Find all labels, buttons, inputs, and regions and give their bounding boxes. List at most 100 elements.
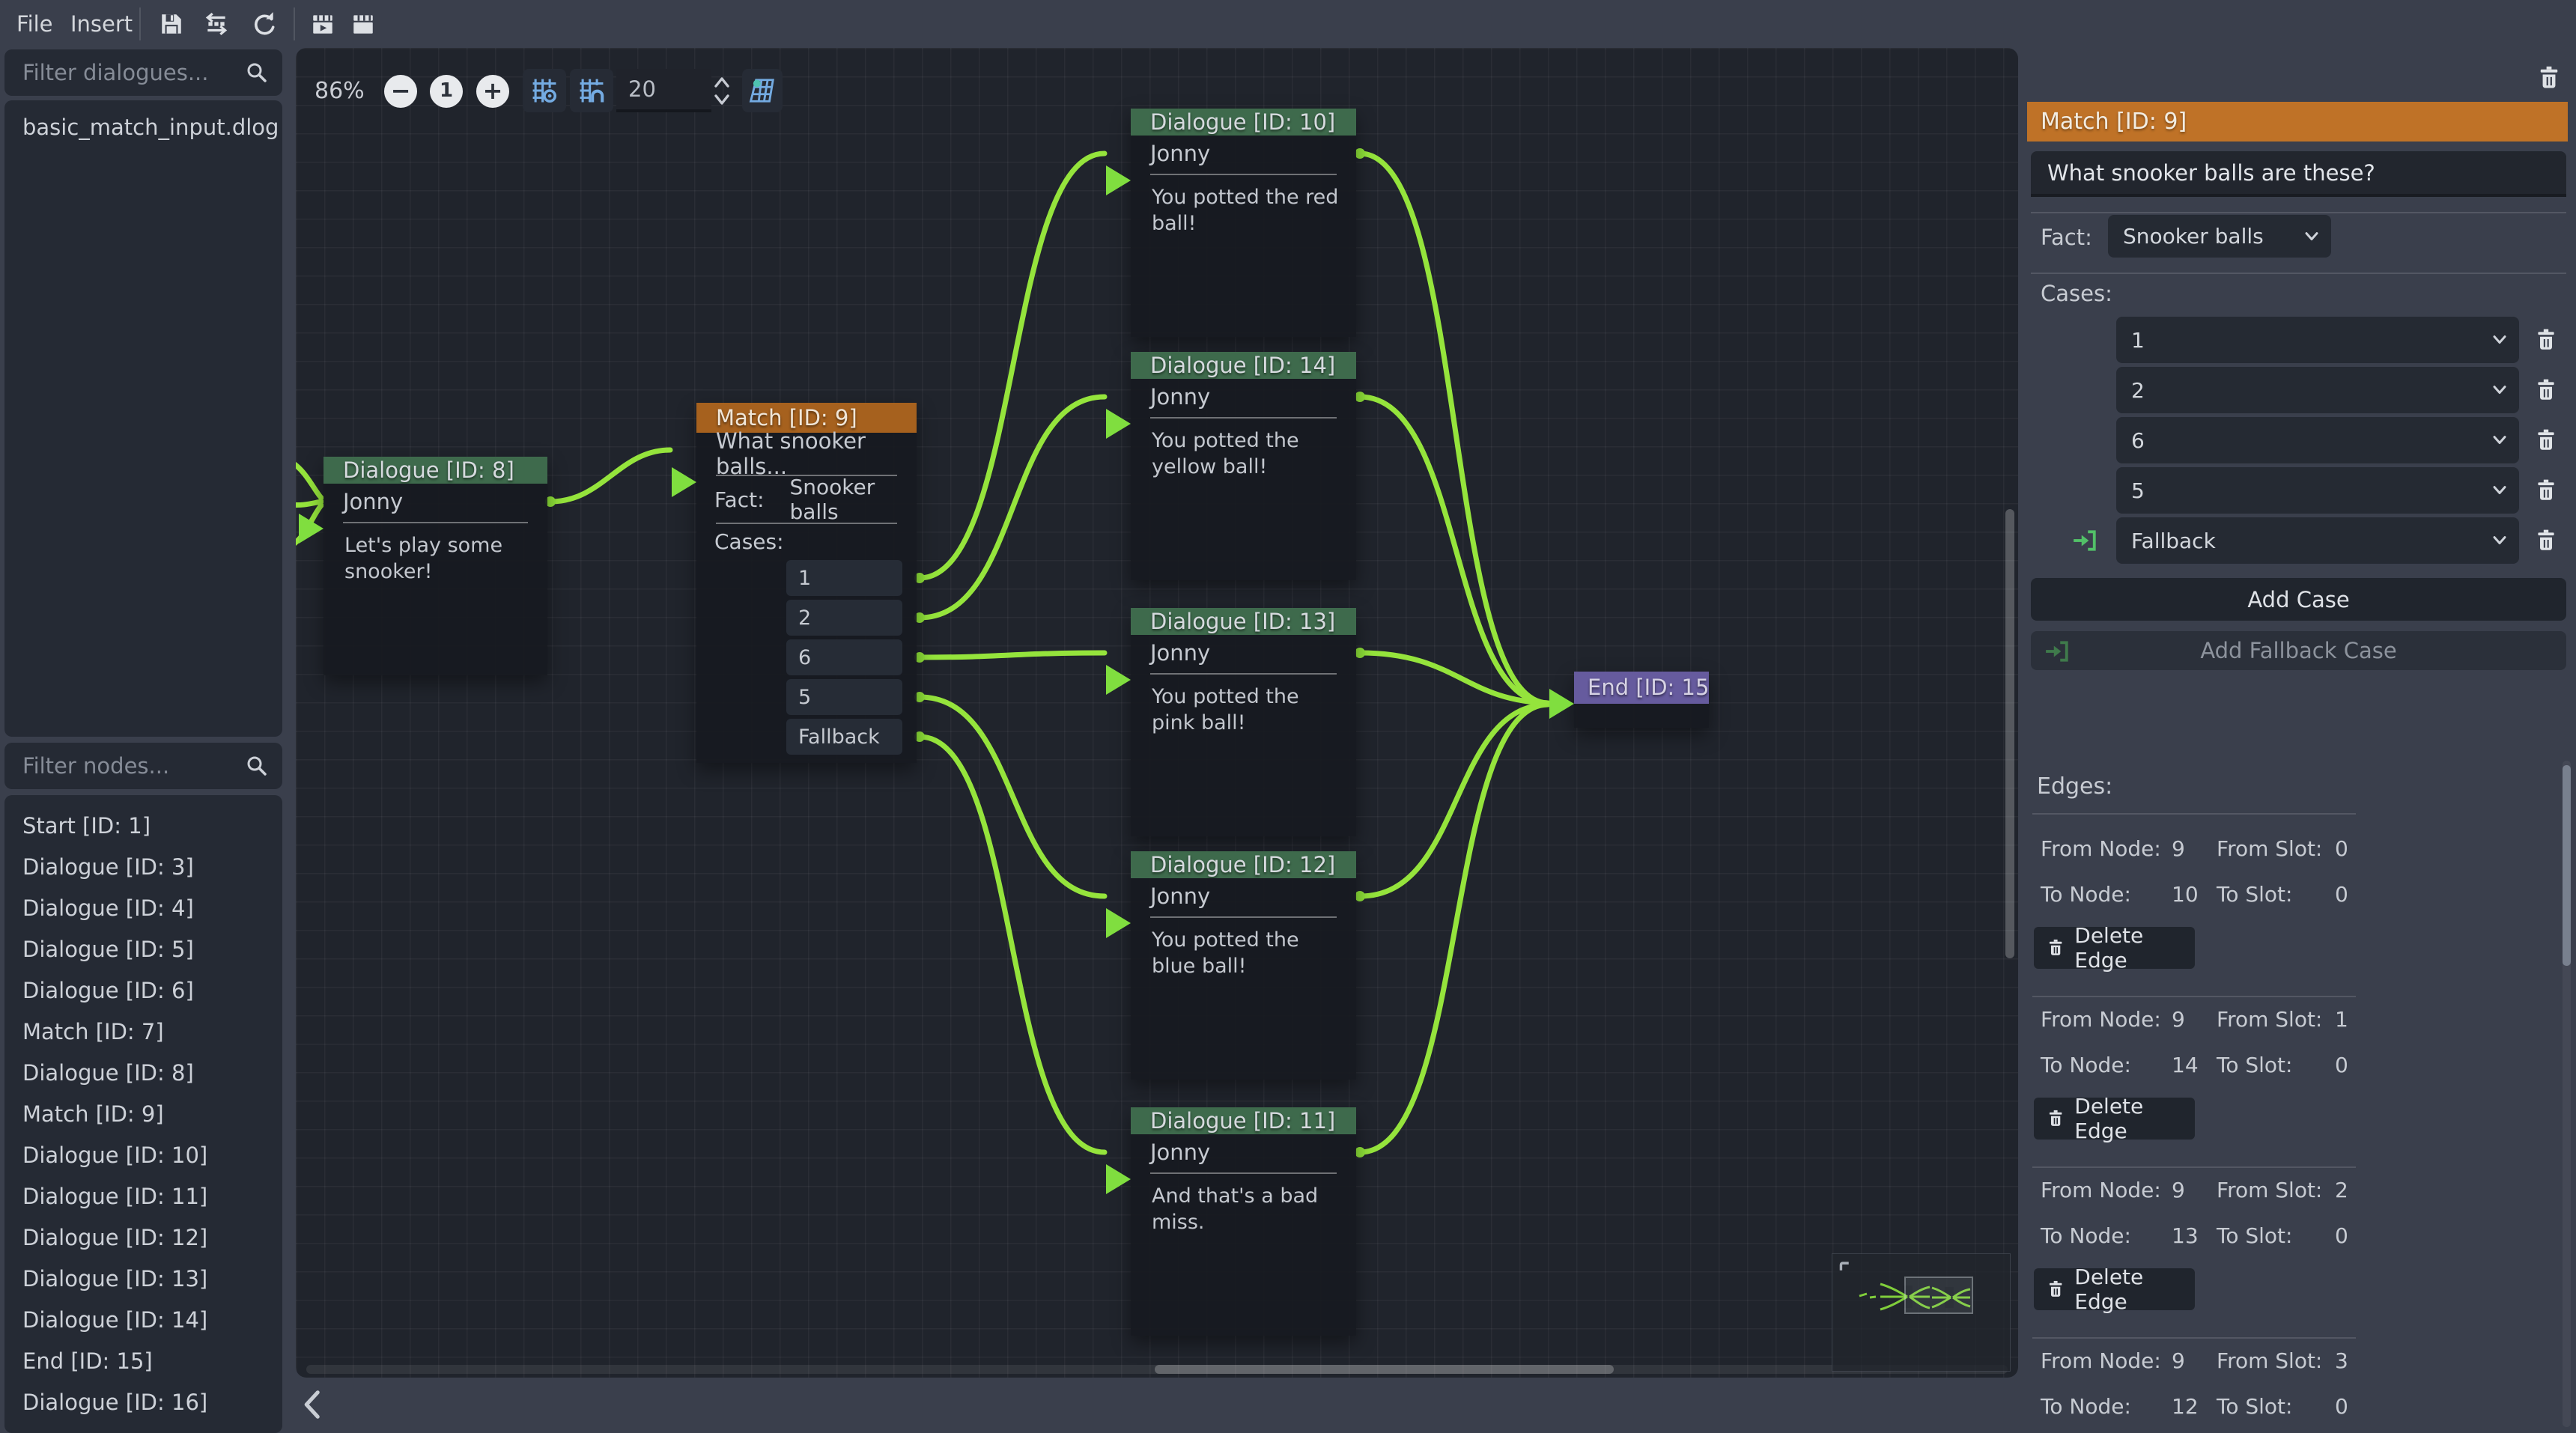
case-dropdown[interactable]: 6 (2116, 417, 2519, 463)
node-list-item[interactable]: Match [ID: 9] (4, 1094, 282, 1135)
input-port[interactable] (299, 514, 323, 544)
graph-node-match-9[interactable]: Match [ID: 9] What snooker balls... Fact… (696, 403, 917, 763)
case-slot[interactable]: 2 (786, 600, 902, 636)
node-list-item[interactable]: Dialogue [ID: 13] (4, 1259, 282, 1300)
reorder-icon[interactable] (204, 11, 229, 37)
delete-edge-button[interactable]: Delete Edge (2034, 1268, 2195, 1310)
graph-canvas[interactable]: 86% − 1 + Dialogue [ID: 8] Jonny Let's p… (296, 48, 2018, 1378)
case-slot[interactable]: Fallback (786, 719, 902, 755)
save-icon[interactable] (159, 11, 184, 37)
case-dropdown[interactable]: 2 (2116, 367, 2519, 413)
match-prompt-input[interactable] (2031, 151, 2566, 197)
delete-case-button[interactable] (2533, 528, 2559, 553)
node-list-item[interactable]: Dialogue [ID: 5] (4, 929, 282, 970)
edges-label: Edges: (2037, 773, 2112, 800)
graph-node-dialogue-13[interactable]: Dialogue [ID: 13] Jonny You potted the p… (1131, 608, 1356, 836)
minimap-toggle-button[interactable] (742, 69, 783, 112)
delete-edge-button[interactable]: Delete Edge (2034, 1098, 2195, 1140)
node-speaker: Jonny (343, 489, 403, 514)
minimap[interactable] (1832, 1253, 2011, 1372)
fallback-case-dropdown[interactable]: Fallback (2116, 517, 2519, 564)
undo-icon[interactable] (252, 11, 277, 37)
node-list-item[interactable]: End [ID: 15] (4, 1341, 282, 1382)
dialogue-file-item[interactable]: basic_match_input.dlog (4, 108, 282, 147)
input-port[interactable] (1106, 409, 1131, 439)
add-case-button[interactable]: Add Case (2031, 578, 2566, 621)
collapse-sidebar-button[interactable] (298, 1388, 328, 1421)
inspector-scrollbar-thumb[interactable] (2563, 765, 2571, 966)
node-list-item[interactable]: Start [ID: 1] (4, 806, 282, 847)
node-list-item[interactable]: Dialogue [ID: 3] (4, 847, 282, 888)
delete-node-button[interactable] (2536, 64, 2563, 91)
case-value: 5 (2131, 478, 2145, 503)
delete-case-button[interactable] (2533, 428, 2559, 453)
graph-node-dialogue-14[interactable]: Dialogue [ID: 14] Jonny You potted the y… (1131, 352, 1356, 580)
edge-entry-row: To Node: 10 To Slot: 0 (2041, 882, 2557, 907)
input-port[interactable] (1549, 689, 1574, 719)
top-menu-bar: File Insert (0, 0, 2576, 48)
menu-file[interactable]: File (12, 0, 58, 48)
chevron-down-icon (2489, 380, 2510, 401)
node-text: You potted the red ball! (1131, 175, 1355, 237)
zoom-in-button[interactable]: + (476, 75, 509, 108)
to-node-label: To Node: (2041, 1053, 2131, 1077)
input-port[interactable] (672, 467, 696, 497)
minimap-viewport[interactable] (1904, 1277, 1973, 1314)
node-list-item[interactable]: Dialogue [ID: 14] (4, 1300, 282, 1341)
to-slot-value: 0 (2335, 882, 2348, 907)
case-value: 2 (2131, 378, 2145, 403)
node-list-item[interactable]: Dialogue [ID: 6] (4, 970, 282, 1011)
case-dropdown[interactable]: 5 (2116, 467, 2519, 514)
graph-node-end-15[interactable]: End [ID: 15] (1574, 672, 1709, 728)
node-list-item[interactable]: Dialogue [ID: 12] (4, 1217, 282, 1259)
canvas-vscroll-thumb[interactable] (2005, 509, 2014, 958)
fact-dropdown[interactable]: Snooker balls (2108, 215, 2331, 258)
delete-edge-button[interactable]: Delete Edge (2034, 927, 2195, 969)
to-node-value: 13 (2172, 1223, 2199, 1248)
zoom-out-button[interactable]: − (384, 75, 417, 108)
case-slot[interactable]: 5 (786, 679, 902, 715)
input-port[interactable] (1106, 1164, 1131, 1194)
delete-case-button[interactable] (2533, 377, 2559, 403)
toggle-grid-button[interactable] (523, 69, 566, 112)
clapper-play-icon[interactable] (310, 11, 335, 37)
node-list-item[interactable]: Dialogue [ID: 8] (4, 1053, 282, 1094)
graph-node-dialogue-12[interactable]: Dialogue [ID: 12] Jonny You potted the b… (1131, 851, 1356, 1080)
case-slot[interactable]: 1 (786, 560, 902, 596)
chevron-down-icon (2489, 430, 2510, 451)
canvas-hscroll-thumb[interactable] (1155, 1365, 1614, 1374)
from-node-value: 9 (2172, 1348, 2185, 1373)
node-speaker: Jonny (1150, 640, 1210, 666)
node-list-item[interactable]: Dialogue [ID: 11] (4, 1176, 282, 1217)
node-list-item[interactable]: Dialogue [ID: 10] (4, 1135, 282, 1176)
graph-node-dialogue-10[interactable]: Dialogue [ID: 10] Jonny You potted the r… (1131, 109, 1356, 337)
snap-distance-input[interactable] (616, 69, 711, 109)
node-text: And that's a bad miss. (1131, 1174, 1355, 1235)
delete-case-button[interactable] (2533, 327, 2559, 353)
graph-node-dialogue-11[interactable]: Dialogue [ID: 11] Jonny And that's a bad… (1131, 1107, 1356, 1336)
toolbar-separator (294, 7, 295, 40)
node-speaker: Jonny (1150, 883, 1210, 909)
to-node-value: 14 (2172, 1053, 2199, 1077)
fact-label: Fact: (714, 487, 765, 512)
delete-case-button[interactable] (2533, 478, 2559, 503)
input-port[interactable] (1106, 165, 1131, 195)
menu-insert[interactable]: Insert (66, 0, 137, 48)
node-list-item[interactable]: Match [ID: 7] (4, 1011, 282, 1053)
snap-grid-button[interactable] (570, 69, 613, 112)
case-dropdown[interactable]: 1 (2116, 317, 2519, 363)
dialogues-filter-input[interactable] (4, 49, 282, 96)
to-slot-label: To Slot: (2217, 1053, 2292, 1077)
add-fallback-case-button[interactable]: Add Fallback Case (2031, 631, 2566, 670)
nodes-filter-input[interactable] (4, 743, 282, 789)
input-port[interactable] (1106, 665, 1131, 695)
input-port[interactable] (1106, 908, 1131, 938)
graph-node-dialogue-8[interactable]: Dialogue [ID: 8] Jonny Let's play some s… (323, 457, 547, 675)
clapper-new-icon[interactable] (350, 11, 376, 37)
to-slot-value: 0 (2335, 1223, 2348, 1248)
node-list-item[interactable]: Dialogue [ID: 16] (4, 1382, 282, 1423)
node-list-item[interactable]: Dialogue [ID: 4] (4, 888, 282, 929)
zoom-reset-button[interactable]: 1 (430, 75, 463, 108)
snap-spinner[interactable] (712, 73, 732, 109)
case-slot[interactable]: 6 (786, 639, 902, 675)
